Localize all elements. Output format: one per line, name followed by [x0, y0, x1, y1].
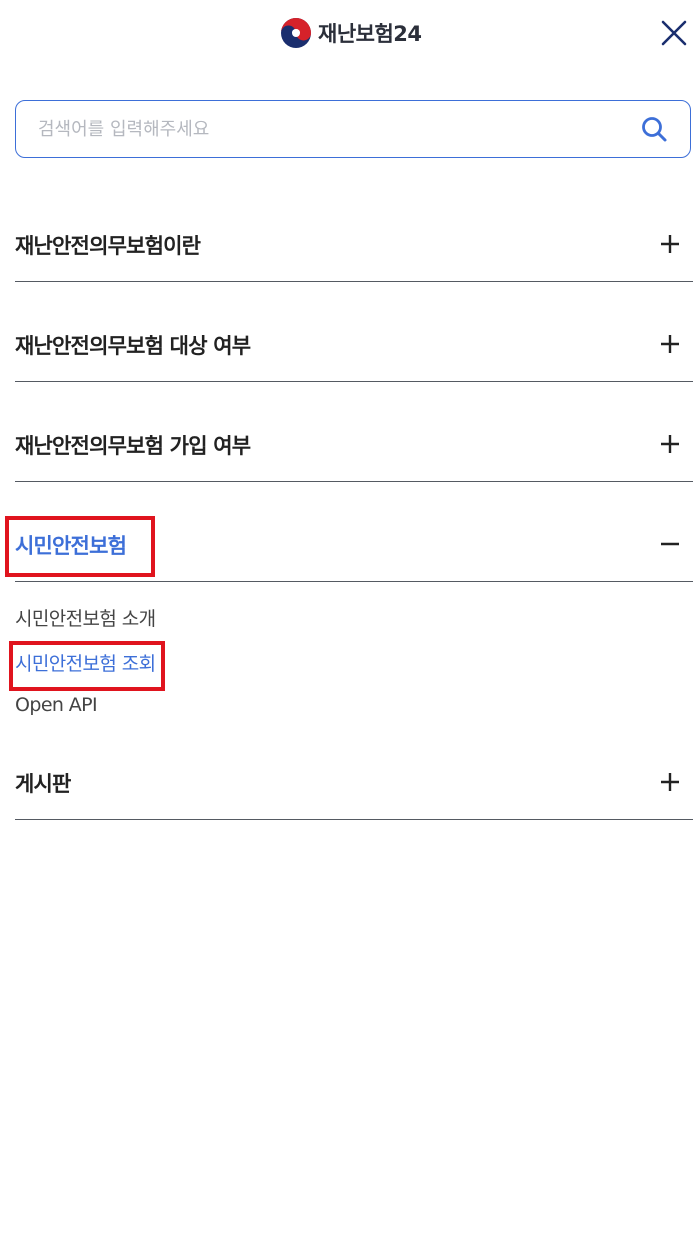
site-logo[interactable]: 재난보험24: [280, 17, 422, 49]
menu-item-label: 재난안전의무보험 대상 여부: [15, 334, 251, 358]
menu-item-enrollment[interactable]: 재난안전의무보험 가입 여부: [15, 406, 693, 482]
submenu-item-intro[interactable]: 시민안전보험 소개: [15, 604, 693, 630]
taegeuk-emblem-icon: [281, 18, 311, 48]
collapse-minus-icon[interactable]: [659, 533, 681, 555]
submenu-item-open-api[interactable]: Open API: [15, 694, 693, 718]
menu-item-label: 시민안전보험: [15, 534, 127, 558]
close-button[interactable]: [657, 16, 691, 50]
menu-item-label: 재난안전의무보험이란: [15, 234, 201, 258]
header: 재난보험24: [0, 0, 697, 68]
expand-plus-icon[interactable]: [659, 233, 681, 255]
search-icon: [642, 117, 667, 142]
menu-item-disaster-insurance-intro[interactable]: 재난안전의무보험이란: [15, 206, 693, 282]
menu-item-eligibility[interactable]: 재난안전의무보험 대상 여부: [15, 306, 693, 382]
menu-item-citizen-safety-insurance[interactable]: 시민안전보험: [15, 506, 693, 582]
close-icon: [661, 20, 687, 46]
menu-item-label: 재난안전의무보험 가입 여부: [15, 434, 251, 458]
menu-item-board[interactable]: 게시판: [15, 744, 693, 820]
search-button[interactable]: [634, 109, 674, 149]
main-menu: 재난안전의무보험이란 재난안전의무보험 대상 여부 재난안전의무보험 가입 여부…: [15, 206, 693, 844]
expand-plus-icon[interactable]: [659, 771, 681, 793]
expand-plus-icon[interactable]: [659, 433, 681, 455]
submenu-item-lookup[interactable]: 시민안전보험 조회: [15, 649, 693, 675]
menu-item-label: 게시판: [15, 772, 71, 796]
search-box: [15, 100, 691, 158]
citizen-safety-submenu: 시민안전보험 소개 시민안전보험 조회 Open API: [15, 582, 693, 718]
search-input[interactable]: [16, 100, 634, 158]
logo-text: 재난보험24: [318, 22, 422, 46]
expand-plus-icon[interactable]: [659, 333, 681, 355]
